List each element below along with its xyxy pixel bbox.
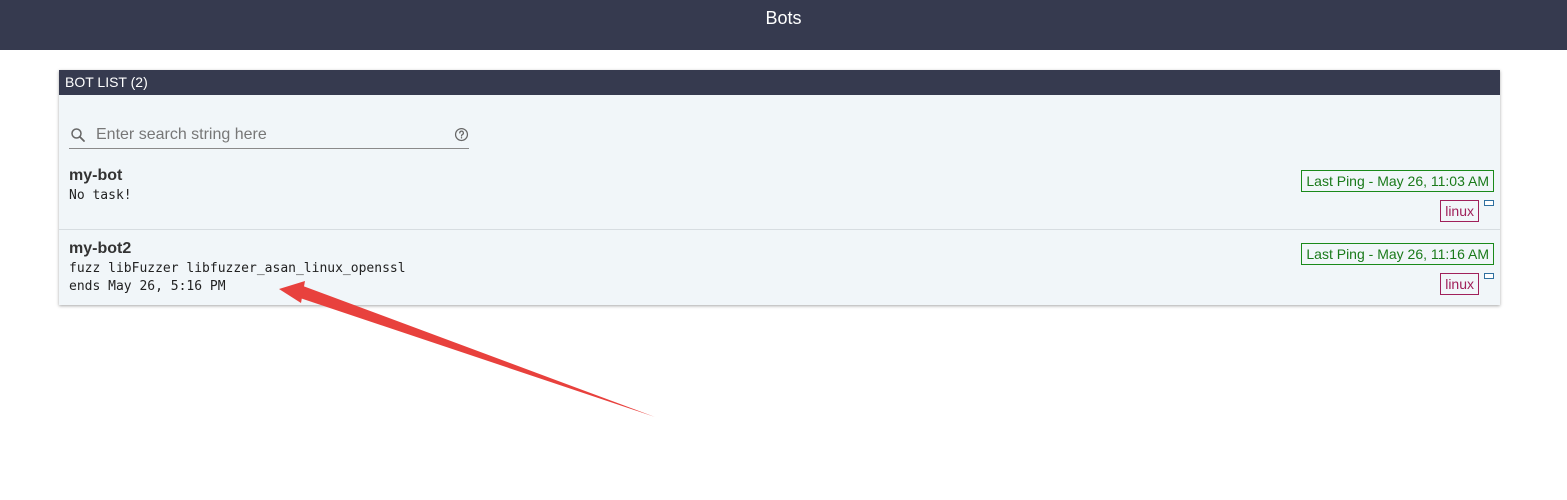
status-indicator-icon bbox=[1484, 273, 1494, 279]
search-input[interactable] bbox=[96, 124, 441, 146]
bot-task-line: No task! bbox=[69, 188, 132, 203]
bot-list-panel: BOT LIST (2) my-bot No task! Last Ping -… bbox=[59, 70, 1500, 305]
last-ping-badge: Last Ping - May 26, 11:03 AM bbox=[1301, 170, 1494, 192]
platform-tag: linux bbox=[1440, 200, 1479, 222]
help-circle-icon[interactable] bbox=[454, 127, 469, 142]
last-ping-badge: Last Ping - May 26, 11:16 AM bbox=[1301, 243, 1494, 265]
bot-task-end-time: ends May 26, 5:16 PM bbox=[69, 279, 226, 294]
bot-name[interactable]: my-bot2 bbox=[69, 240, 131, 258]
status-indicator-icon bbox=[1484, 200, 1494, 206]
search-field[interactable] bbox=[69, 124, 469, 149]
platform-tag: linux bbox=[1440, 273, 1479, 295]
bot-row[interactable]: my-bot No task! Last Ping - May 26, 11:0… bbox=[59, 158, 1500, 230]
bot-name[interactable]: my-bot bbox=[69, 167, 122, 185]
search-icon bbox=[71, 128, 85, 142]
top-app-bar: Bots bbox=[0, 0, 1567, 50]
bot-list-header: BOT LIST (2) bbox=[59, 70, 1500, 95]
page-title: Bots bbox=[765, 7, 802, 28]
bot-row[interactable]: my-bot2 fuzz libFuzzer libfuzzer_asan_li… bbox=[59, 230, 1500, 305]
bot-task-line: fuzz libFuzzer libfuzzer_asan_linux_open… bbox=[69, 261, 406, 276]
